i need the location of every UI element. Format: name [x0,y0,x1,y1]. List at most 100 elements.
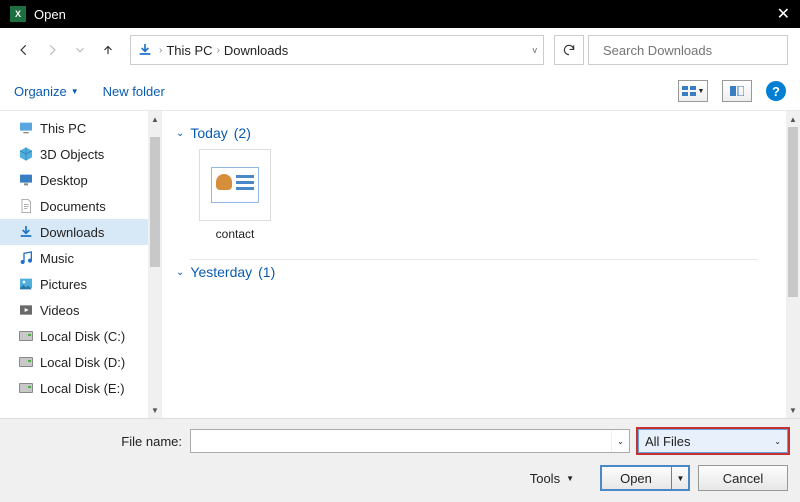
back-button[interactable] [12,38,36,62]
tree-item-this-pc[interactable]: This PC [0,115,148,141]
tree-label: Local Disk (C:) [40,329,125,344]
pc-icon [18,120,34,136]
tools-label: Tools [530,471,560,486]
tree-item-desktop[interactable]: Desktop [0,167,148,193]
organize-label: Organize [14,84,67,99]
desktop-icon [18,172,34,188]
breadcrumb-this-pc[interactable]: This PC [166,43,212,58]
window-title: Open [34,7,762,22]
group-yesterday[interactable]: ⌄ Yesterday (1) [176,264,772,280]
chevron-down-icon: ▼ [698,88,705,95]
sidebar-scrollbar[interactable]: ▲ ▼ [148,111,162,418]
drive-icon [18,380,34,396]
downloads-icon [18,224,34,240]
music-icon [18,250,34,266]
thumbnails-icon [682,86,696,96]
forward-button[interactable] [40,38,64,62]
group-label: Yesterday [190,264,252,280]
scroll-up-icon[interactable]: ▲ [148,111,162,127]
search-input[interactable] [603,43,779,58]
new-folder-label: New folder [103,84,165,99]
file-contact[interactable]: contact [190,149,280,241]
tree-item-local-disk-d[interactable]: Local Disk (D:) [0,349,148,375]
tree-label: Videos [40,303,80,318]
search-box[interactable] [588,35,788,65]
scroll-down-icon[interactable]: ▼ [148,402,162,418]
refresh-button[interactable] [554,35,584,65]
help-button[interactable]: ? [766,81,786,101]
tree-label: Desktop [40,173,88,188]
chevron-down-icon: ⌄ [176,267,184,278]
contact-icon [211,167,259,203]
open-dropdown-button[interactable]: ▼ [671,466,689,490]
tree-label: Downloads [40,225,104,240]
tree-item-pictures[interactable]: Pictures [0,271,148,297]
group-count: (2) [234,125,251,141]
chevron-down-icon: ⌄ [176,128,184,139]
folder-tree: This PC 3D Objects Desktop Documents Dow… [0,111,148,418]
cancel-button[interactable]: Cancel [698,465,788,491]
group-label: Today [190,125,227,141]
tree-item-local-disk-c[interactable]: Local Disk (C:) [0,323,148,349]
tree-item-3d-objects[interactable]: 3D Objects [0,141,148,167]
filename-input[interactable] [191,434,611,449]
open-label: Open [620,471,652,486]
excel-icon: X [10,6,26,22]
tree-label: Local Disk (E:) [40,381,125,396]
tree-item-downloads[interactable]: Downloads [0,219,148,245]
group-today[interactable]: ⌄ Today (2) [176,125,772,141]
breadcrumb-downloads[interactable]: Downloads [224,43,288,58]
new-folder-button[interactable]: New folder [103,84,165,99]
cube-icon [18,146,34,162]
up-button[interactable] [96,38,120,62]
view-mode-button[interactable]: ▼ [678,80,708,102]
tree-label: Pictures [40,277,87,292]
tree-label: Music [40,251,74,266]
tree-item-music[interactable]: Music [0,245,148,271]
close-button[interactable]: ✕ [762,4,790,24]
filename-dropdown-button[interactable]: ⌄ [611,430,629,452]
scroll-up-icon[interactable]: ▲ [786,111,800,127]
chevron-right-icon[interactable]: › [217,45,220,56]
main-area: This PC 3D Objects Desktop Documents Dow… [0,110,800,418]
preview-pane-button[interactable] [722,80,752,102]
tree-label: Documents [40,199,106,214]
pictures-icon [18,276,34,292]
footer: File name: ⌄ All Files ⌄ Tools ▼ Open ▼ … [0,418,800,502]
document-icon [18,198,34,214]
address-dropdown-button[interactable]: v [533,45,538,55]
chevron-right-icon[interactable]: › [159,45,162,56]
address-bar[interactable]: › This PC › Downloads v [130,35,544,65]
filetype-dropdown[interactable]: All Files ⌄ [638,429,788,453]
tree-label: Local Disk (D:) [40,355,125,370]
content-scrollbar[interactable]: ▲ ▼ [786,111,800,418]
breadcrumb: › This PC › Downloads [159,43,288,58]
file-name: contact [216,227,255,241]
scroll-thumb[interactable] [150,137,160,267]
preview-icon [730,86,744,96]
filename-label: File name: [12,434,182,449]
tree-item-videos[interactable]: Videos [0,297,148,323]
scroll-down-icon[interactable]: ▼ [786,402,800,418]
filetype-value: All Files [645,434,691,449]
drive-icon [18,328,34,344]
tools-button[interactable]: Tools ▼ [530,471,574,486]
navigation-bar: › This PC › Downloads v [0,28,800,72]
file-thumbnail [199,149,271,221]
tree-item-documents[interactable]: Documents [0,193,148,219]
downloads-icon [137,42,153,58]
toolbar: Organize ▼ New folder ▼ ? [0,72,800,110]
chevron-down-icon: ▼ [566,474,574,483]
organize-button[interactable]: Organize ▼ [14,84,79,99]
recent-locations-button[interactable] [68,38,92,62]
tree-label: This PC [40,121,86,136]
file-list-area: ⌄ Today (2) contact ⌄ Yesterday (1) ▲ [162,111,800,418]
tree-item-local-disk-e[interactable]: Local Disk (E:) [0,375,148,401]
cancel-label: Cancel [723,471,763,486]
scroll-thumb[interactable] [788,127,798,297]
sidebar: This PC 3D Objects Desktop Documents Dow… [0,111,162,418]
filename-input-wrapper: ⌄ [190,429,630,453]
tree-label: 3D Objects [40,147,104,162]
open-button[interactable]: Open ▼ [600,465,690,491]
drive-icon [18,354,34,370]
